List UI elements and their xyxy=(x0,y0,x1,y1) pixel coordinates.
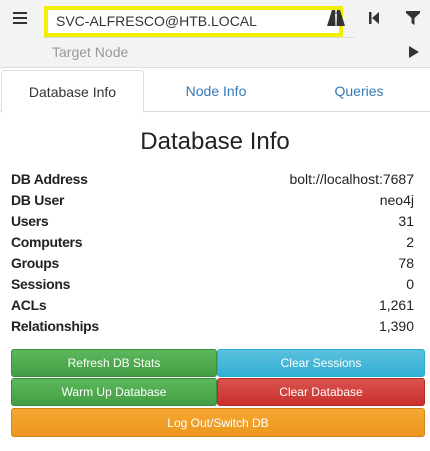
row-value: 0 xyxy=(406,275,414,292)
row-label: ACLs xyxy=(11,296,47,313)
road-icon[interactable] xyxy=(325,7,347,29)
tab-node-info[interactable]: Node Info xyxy=(144,70,288,112)
tab-database-info[interactable]: Database Info xyxy=(1,70,144,113)
menu-icon[interactable] xyxy=(8,6,32,30)
row-value: 1,261 xyxy=(378,296,414,313)
table-row: Relationships 1,390 xyxy=(11,315,414,336)
row-label: DB User xyxy=(11,191,65,208)
filter-icon[interactable] xyxy=(402,7,424,29)
table-row: Groups 78 xyxy=(11,252,414,273)
table-row: Computers 2 xyxy=(11,231,414,252)
row-value: 1,390 xyxy=(378,317,414,334)
table-row: Users 31 xyxy=(11,210,414,231)
row-label: DB Address xyxy=(11,170,88,187)
database-info-table: DB Address bolt://localhost:7687 DB User… xyxy=(11,168,414,336)
row-label: Sessions xyxy=(11,275,71,292)
table-row: Sessions 0 xyxy=(11,273,414,294)
clear-database-button[interactable]: Clear Database xyxy=(217,378,425,406)
refresh-db-stats-button[interactable]: Refresh DB Stats xyxy=(11,349,217,377)
warm-up-database-button[interactable]: Warm Up Database xyxy=(11,378,217,406)
search-panel: SVC-ALFRESCO@HTB.LOCAL Target Node xyxy=(0,0,430,68)
target-node-input[interactable]: Target Node xyxy=(52,44,128,60)
row-label: Computers xyxy=(11,233,83,250)
play-icon[interactable] xyxy=(403,41,425,63)
row-value: 78 xyxy=(398,254,414,271)
clear-sessions-button[interactable]: Clear Sessions xyxy=(217,349,425,377)
table-row: DB Address bolt://localhost:7687 xyxy=(11,168,414,189)
start-node-input[interactable]: SVC-ALFRESCO@HTB.LOCAL xyxy=(44,6,343,37)
row-value: 31 xyxy=(398,212,414,229)
row-label: Users xyxy=(11,212,49,229)
row-value: 2 xyxy=(406,233,414,250)
row-value: neo4j xyxy=(379,191,414,208)
tab-queries[interactable]: Queries xyxy=(288,70,430,112)
divider xyxy=(44,37,354,38)
page-title: Database Info xyxy=(140,128,290,155)
logout-switch-db-button[interactable]: Log Out/Switch DB xyxy=(11,408,425,437)
row-label: Relationships xyxy=(11,317,99,334)
table-row: DB User neo4j xyxy=(11,189,414,210)
step-backward-icon[interactable] xyxy=(363,7,385,29)
table-row: ACLs 1,261 xyxy=(11,294,414,315)
row-label: Groups xyxy=(11,254,59,271)
row-value: bolt://localhost:7687 xyxy=(289,170,414,187)
tab-bar: Database Info Node Info Queries xyxy=(0,70,430,113)
